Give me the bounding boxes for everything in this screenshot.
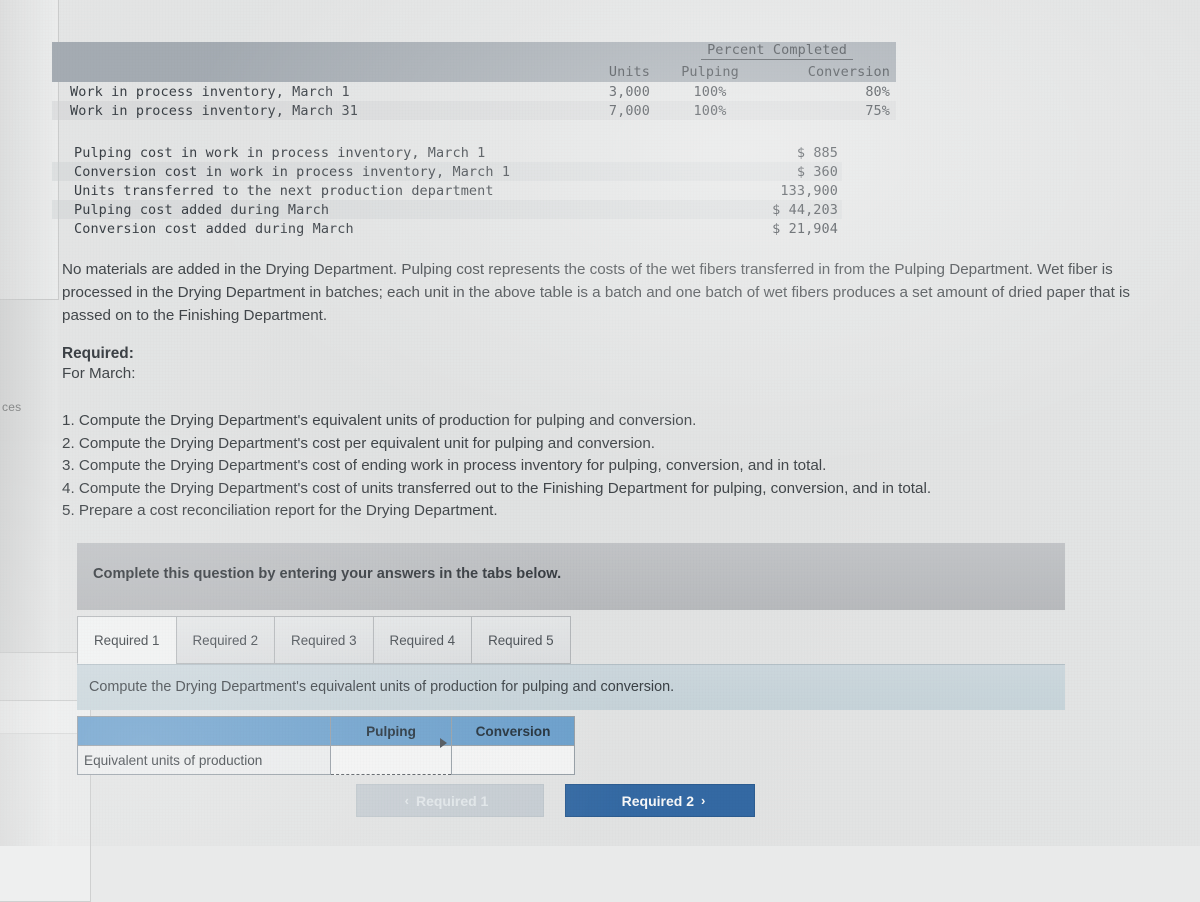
summary-table-group-header-row: Percent Completed [52, 42, 896, 60]
list-item: 2. Compute the Drying Department's cost … [62, 434, 656, 452]
cell-cursor-caret-icon [440, 738, 447, 748]
percent-completed-label: Percent Completed [701, 42, 853, 60]
answer-header-conversion: Conversion [451, 716, 575, 746]
next-required-button[interactable]: Required 2 › [565, 784, 755, 817]
instruction-banner: Complete this question by entering your … [77, 543, 1065, 610]
summary-row-0-conversion: 80% [865, 83, 890, 100]
cost-row-1-value: $ 360 [718, 162, 842, 181]
tab-required-4-label: Required 4 [389, 632, 456, 648]
table-row: Pulping cost added during March $ 44,203 [52, 200, 842, 219]
required-heading: Required: [62, 345, 134, 362]
table-row: Conversion cost added during March $ 21,… [52, 219, 842, 238]
summary-header-pulping: Pulping [658, 60, 762, 82]
answer-row-label: Equivalent units of production [77, 745, 331, 775]
summary-table-header-row: Units Pulping Conversion [52, 60, 896, 82]
cost-table: Pulping cost in work in process inventor… [52, 143, 842, 238]
table-row: Equivalent units of production [77, 745, 575, 775]
tab-required-4[interactable]: Required 4 [372, 616, 473, 664]
cost-row-1-label: Conversion cost in work in process inven… [52, 162, 718, 181]
summary-row-0-pulping: 100% [693, 83, 727, 100]
summary-header-conversion: Conversion [762, 60, 896, 82]
table-row: Work in process inventory, March 31 7,00… [52, 101, 896, 120]
answer-table-header-row: Pulping Conversion [77, 716, 575, 746]
narrative-paragraph: No materials are added in the Drying Dep… [62, 261, 1130, 324]
list-item: 3. Compute the Drying Department's cost … [62, 457, 827, 474]
summary-header-blank [52, 60, 564, 82]
requirement-tabs: Required 1 Required 2 Required 3 Require… [77, 616, 571, 664]
exercise-page: Percent Completed Units Pulping Conversi… [0, 0, 1200, 846]
table-row: Units transferred to the next production… [52, 181, 842, 200]
summary-row-1-label: Work in process inventory, March 31 [52, 101, 564, 120]
question-prompt-banner: Compute the Drying Department's equivale… [77, 664, 1065, 710]
pulping-input-cell[interactable] [330, 745, 452, 775]
summary-row-1-pulping: 100% [658, 101, 762, 120]
summary-spacer-cell [52, 42, 564, 60]
cost-row-4-value: $ 21,904 [772, 220, 838, 237]
summary-row-1-conversion: 75% [762, 101, 896, 120]
cost-row-2-label: Units transferred to the next production… [74, 182, 494, 199]
required-list: 1. Compute the Drying Department's equiv… [62, 410, 1162, 523]
list-item: 4. Compute the Drying Department's cost … [62, 479, 932, 497]
next-required-label: Required 2 [621, 792, 694, 809]
tab-required-3-label: Required 3 [291, 632, 357, 648]
summary-row-0-label: Work in process inventory, March 1 [70, 83, 350, 100]
answer-header-blank [77, 716, 331, 746]
table-row: Conversion cost in work in process inven… [52, 162, 842, 181]
required-subheading: For March: [62, 365, 136, 382]
answer-table: Pulping Conversion Equivalent units of p… [77, 716, 575, 775]
cost-row-3-label: Pulping cost added during March [52, 200, 718, 219]
summary-units-spacer [564, 42, 658, 60]
cost-row-3-value: $ 44,203 [718, 200, 842, 219]
prev-required-button[interactable]: ‹ Required 1 [356, 784, 544, 817]
tab-required-2-label: Required 2 [192, 632, 259, 648]
answer-header-pulping: Pulping [330, 716, 452, 746]
prev-required-label: Required 1 [415, 792, 489, 809]
summary-row-0-units: 3,000 [608, 83, 650, 100]
cost-row-4-label: Conversion cost added during March [74, 220, 354, 237]
table-row: Work in process inventory, March 1 3,000… [52, 82, 896, 101]
tab-required-5-label: Required 5 [488, 632, 554, 648]
conversion-input-cell[interactable] [451, 745, 575, 775]
table-row: Pulping cost in work in process inventor… [52, 143, 842, 162]
list-item: 5. Prepare a cost reconciliation report … [62, 502, 498, 519]
summary-table: Percent Completed Units Pulping Conversi… [52, 42, 896, 120]
cost-row-0-value: $ 885 [796, 144, 838, 161]
chevron-left-icon: ‹ [404, 793, 409, 808]
instruction-banner-text: Complete this question by entering your … [93, 566, 562, 582]
tab-required-1-label: Required 1 [94, 632, 160, 648]
summary-header-units: Units [564, 60, 658, 82]
chevron-right-icon: › [701, 793, 706, 808]
list-item: 1. Compute the Drying Department's equiv… [62, 412, 697, 429]
cost-row-2-value: 133,900 [780, 182, 838, 199]
cost-row-0-label: Pulping cost in work in process inventor… [74, 144, 486, 161]
summary-row-1-units: 7,000 [564, 101, 658, 120]
tab-required-1[interactable]: Required 1 [77, 616, 177, 664]
percent-completed-group: Percent Completed [658, 42, 896, 60]
tab-required-5[interactable]: Required 5 [471, 616, 571, 664]
tab-required-3[interactable]: Required 3 [274, 616, 374, 664]
question-prompt-text: Compute the Drying Department's equivale… [89, 679, 675, 695]
tab-required-2[interactable]: Required 2 [175, 616, 276, 664]
